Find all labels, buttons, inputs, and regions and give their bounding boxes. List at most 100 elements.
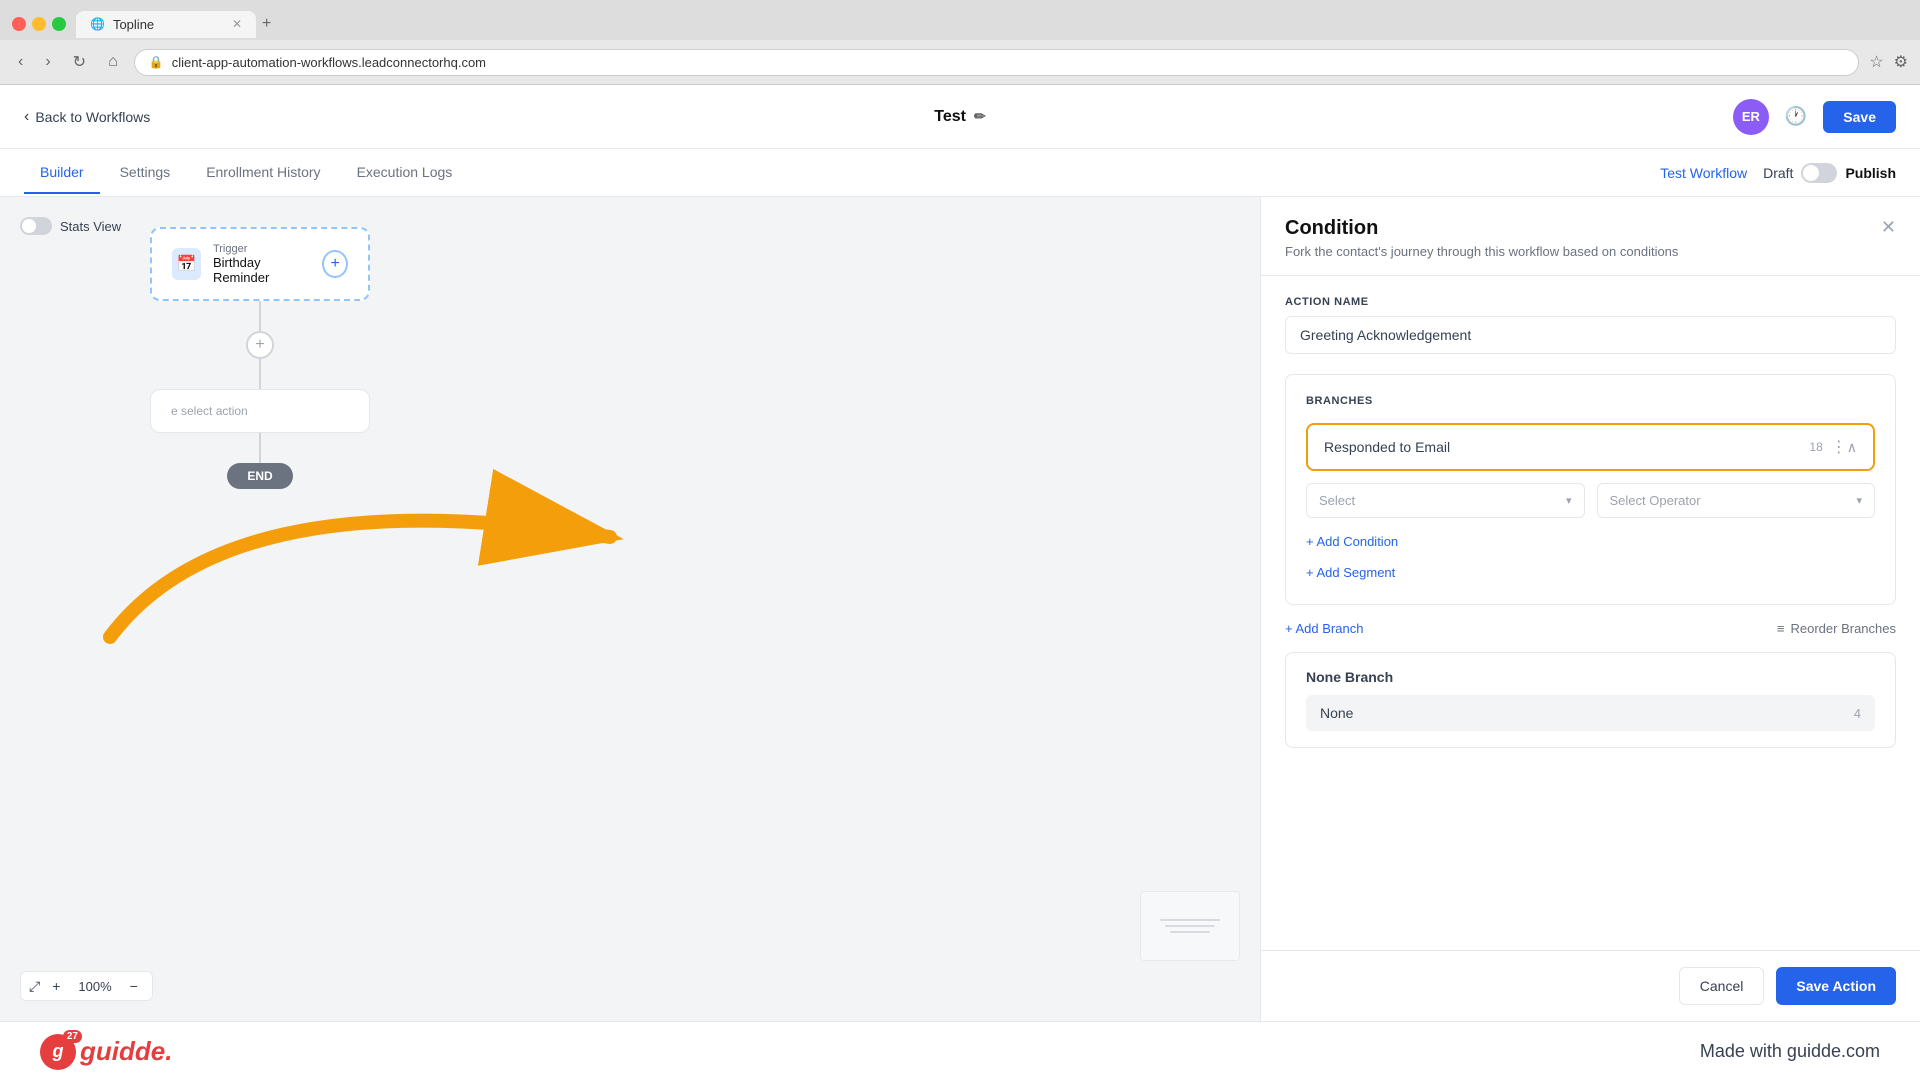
zoom-controls: ⤢ + 100% − [20,971,153,1001]
add-branch-row: + Add Branch ≡ Reorder Branches [1285,621,1896,636]
branch-name-input[interactable] [1324,439,1809,455]
trigger-info: Trigger Birthday Reminder [213,243,310,285]
maximize-traffic-light[interactable] [52,17,66,31]
branch-collapse-button[interactable]: ∧ [1847,439,1857,456]
clock-icon[interactable]: 🕐 [1785,106,1807,127]
browser-tab[interactable]: 🌐 Topline ✕ [76,11,256,38]
branch-item: 18 ⋮ ∧ [1306,423,1875,471]
tab-enrollment-history[interactable]: Enrollment History [190,152,336,194]
branch-menu-button[interactable]: ⋮ [1831,437,1847,457]
back-arrow-icon: ‹ [24,108,29,126]
reorder-icon: ≡ [1777,621,1785,636]
tab-settings[interactable]: Settings [104,152,187,194]
select-placeholder: Select [1319,493,1355,508]
minimap-line-3 [1170,931,1210,933]
minimap[interactable] [1140,891,1240,961]
expand-icon[interactable]: ⤢ [29,978,40,995]
add-branch-button[interactable]: + Add Branch [1285,621,1363,636]
stats-toggle-knob [22,219,36,233]
reorder-branches-button[interactable]: ≡ Reorder Branches [1777,621,1896,636]
action-name-input[interactable] [1285,316,1896,354]
connector-line-3 [259,433,261,463]
trigger-node[interactable]: 📅 Trigger Birthday Reminder + [150,227,370,301]
extensions-icon[interactable]: ⚙ [1894,52,1908,72]
guidde-logo-area: g 27 guidde. [40,1034,172,1070]
address-bar[interactable]: 🔒 client-app-automation-workflows.leadco… [134,49,1860,76]
trigger-label: Trigger [213,243,310,255]
browser-toolbar: ‹ › ↻ ⌂ 🔒 client-app-automation-workflow… [0,40,1920,84]
operator-placeholder: Select Operator [1610,493,1701,508]
none-badge: None 4 [1306,695,1875,731]
save-button[interactable]: Save [1823,101,1896,133]
connector-line-2 [259,359,261,389]
cancel-button[interactable]: Cancel [1679,967,1765,1005]
reorder-label: Reorder Branches [1791,621,1897,636]
url-text: client-app-automation-workflows.leadconn… [172,55,486,70]
avatar: ER [1733,99,1769,135]
forward-button[interactable]: › [39,49,56,75]
guidde-badge: 27 [63,1030,82,1043]
panel-title: Condition [1285,217,1678,240]
operator-select[interactable]: Select Operator ▾ [1597,483,1876,518]
workflow-name: Test [934,108,966,126]
select-action-node[interactable]: e select action [150,389,370,433]
main-content: Stats View 📅 Trigger Birthday Reminder +… [0,197,1920,1021]
none-value: None [1320,705,1353,721]
branches-header: BRANCHES [1306,395,1875,407]
back-link-label: Back to Workflows [35,109,150,125]
add-node-button[interactable]: + [246,331,274,359]
none-branch-section: None Branch None 4 [1285,652,1896,748]
end-node: END [227,463,292,489]
none-count: 4 [1854,706,1861,721]
add-segment-button[interactable]: + Add Segment [1306,561,1395,584]
minimap-inner [1141,892,1239,960]
branch-char-count: 18 [1809,440,1822,454]
zoom-out-button[interactable]: − [124,976,144,996]
tab-builder[interactable]: Builder [24,152,100,194]
trigger-name: Birthday Reminder [213,255,310,285]
draft-publish-toggle: Draft Publish [1763,163,1896,183]
header-title: Test ✏ [934,108,985,126]
header-right: ER 🕐 Save [1733,99,1896,135]
condition-row: Select ▾ Select Operator ▾ [1306,483,1875,518]
right-panel: Condition Fork the contact's journey thr… [1260,197,1920,1021]
browser-tab-bar: 🌐 Topline ✕ + [0,0,1920,40]
panel-close-button[interactable]: ✕ [1881,217,1896,238]
back-to-workflows-link[interactable]: ‹ Back to Workflows [24,108,150,126]
add-condition-button[interactable]: + Add Condition [1306,530,1398,553]
action-name-label: ACTION NAME [1285,296,1896,308]
back-button[interactable]: ‹ [12,49,29,75]
stats-view-toggle: Stats View [20,217,121,235]
plus-connector: + [246,331,274,359]
chevron-down-icon: ▾ [1566,494,1572,507]
publish-label: Publish [1845,165,1896,181]
none-branch-title: None Branch [1306,669,1875,685]
condition-select[interactable]: Select ▾ [1306,483,1585,518]
tab-execution-logs[interactable]: Execution Logs [341,152,469,194]
add-trigger-button[interactable]: + [322,250,348,278]
minimize-traffic-light[interactable] [32,17,46,31]
test-workflow-button[interactable]: Test Workflow [1660,165,1747,181]
zoom-in-button[interactable]: + [46,976,66,996]
workflow-canvas[interactable]: Stats View 📅 Trigger Birthday Reminder +… [0,197,1260,1021]
browser-toolbar-right: ☆ ⚙ [1869,52,1908,72]
draft-toggle[interactable] [1801,163,1837,183]
panel-subtitle: Fork the contact's journey through this … [1285,244,1678,259]
reload-button[interactable]: ↻ [67,48,92,76]
bookmark-icon[interactable]: ☆ [1869,52,1883,72]
branches-section: BRANCHES 18 ⋮ ∧ Select ▾ Select Operator [1285,374,1896,605]
edit-title-icon[interactable]: ✏ [974,108,986,125]
guidde-footer: g 27 guidde. Made with guidde.com [0,1021,1920,1081]
stats-view-toggle-switch[interactable] [20,217,52,235]
workflow-nodes: 📅 Trigger Birthday Reminder + + e select… [150,227,370,489]
save-action-button[interactable]: Save Action [1776,967,1896,1005]
panel-header-info: Condition Fork the contact's journey thr… [1285,217,1678,259]
nav-tabs: Builder Settings Enrollment History Exec… [0,149,1920,197]
home-button[interactable]: ⌂ [102,49,124,75]
action-name-field: ACTION NAME [1285,296,1896,354]
draft-label: Draft [1763,165,1793,181]
stats-view-label: Stats View [60,219,121,234]
new-tab-button[interactable]: + [262,15,271,33]
close-traffic-light[interactable] [12,17,26,31]
minimap-lines [1160,919,1220,933]
